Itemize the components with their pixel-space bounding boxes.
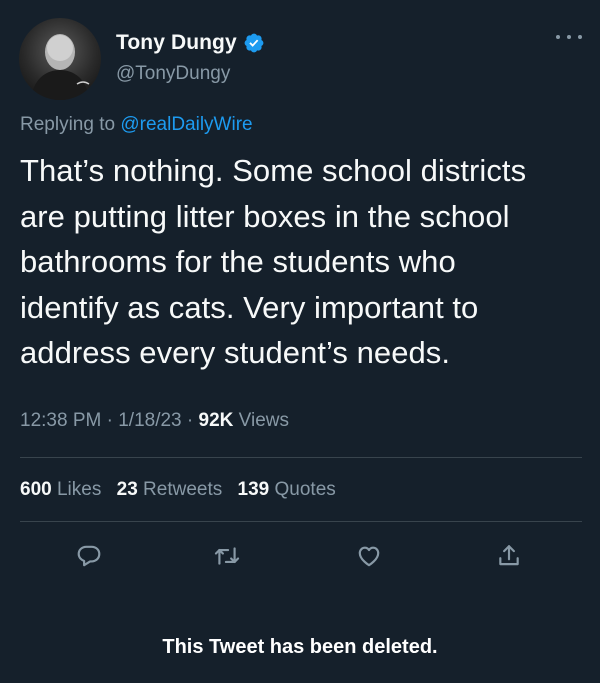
tweet-text-line: bathrooms for the students who	[20, 244, 456, 279]
retweets-label: Retweets	[143, 479, 223, 500]
avatar[interactable]	[19, 18, 101, 100]
reply-icon[interactable]	[76, 543, 102, 569]
retweets-count: 23	[116, 479, 138, 500]
likes-stat[interactable]: 600 Likes	[20, 479, 107, 500]
more-options-icon[interactable]	[556, 30, 582, 44]
replying-to-handle-link[interactable]: @realDailyWire	[120, 114, 252, 135]
views-label: Views	[238, 410, 289, 431]
quotes-count: 139	[237, 479, 270, 500]
tweet-text-line: address every student’s needs.	[20, 335, 451, 370]
views-count: 92K	[198, 410, 234, 431]
tweet-date[interactable]: 1/18/23	[118, 410, 181, 431]
tweet-text-line: That’s nothing. Some school districts	[20, 153, 527, 188]
meta-separator: ·	[186, 410, 194, 431]
deleted-tweet-notice: This Tweet has been deleted.	[162, 636, 438, 658]
avatar-photo	[31, 34, 90, 100]
like-icon[interactable]	[356, 543, 382, 569]
share-icon[interactable]	[496, 543, 522, 569]
author-display-name[interactable]: Tony Dungy	[116, 31, 237, 55]
quotes-stat[interactable]: 139 Quotes	[238, 479, 336, 500]
tweet-metadata: 12:38 PM · 1/18/23 · 92K Views	[20, 410, 289, 432]
quotes-label: Quotes	[274, 479, 336, 500]
tweet-text-line: are putting litter boxes in the school	[20, 198, 510, 234]
divider	[20, 521, 582, 522]
engagement-stats: 600 Likes 23 Retweets 139 Quotes	[20, 479, 346, 501]
author-name-row[interactable]: Tony Dungy	[116, 30, 265, 56]
tweet-card: Tony Dungy @TonyDungy Replying to @realD…	[0, 0, 600, 683]
likes-label: Likes	[56, 479, 102, 500]
retweets-stat[interactable]: 23 Retweets	[117, 479, 228, 500]
retweet-icon[interactable]	[214, 543, 240, 569]
replying-to-label: Replying to	[20, 114, 116, 135]
likes-count: 600	[20, 479, 52, 500]
tweet-text-line: identify as cats. Very important to	[20, 289, 479, 325]
divider	[20, 457, 582, 458]
author-handle[interactable]: @TonyDungy	[116, 63, 230, 85]
tweet-text: That’s nothing. Some school districts ar…	[20, 148, 590, 376]
verified-badge-icon	[244, 33, 264, 53]
replying-to: Replying to @realDailyWire	[20, 114, 253, 136]
meta-separator: ·	[106, 410, 113, 431]
tweet-time[interactable]: 12:38 PM	[20, 410, 101, 431]
